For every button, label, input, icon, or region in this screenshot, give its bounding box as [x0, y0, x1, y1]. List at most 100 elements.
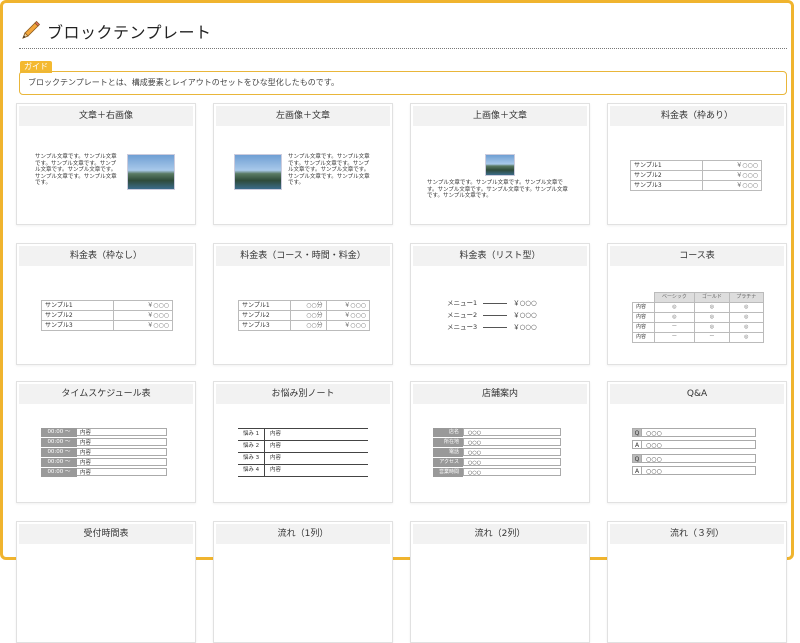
- card-preview: 店名 ○○○ 所在地 ○○○ 電話 ○○○ アクセス ○○○ 営業時間 ○○○: [411, 408, 589, 502]
- list-item: 00:00 ～内容: [41, 468, 171, 477]
- sample-image: [127, 154, 175, 190]
- card-preview: ベーシック ゴールド プラチナ 内容 ◎ ◎ ◎ 内容 ◎ ◎ ◎ 内容ー ◎ ◎ 内容ーー ◎: [608, 270, 786, 364]
- card-title: 上画像＋文章: [413, 106, 587, 126]
- list-item: Q ○○○: [632, 428, 760, 438]
- page-title: ブロックテンプレート: [47, 23, 212, 42]
- table-row: ベーシック ゴールド プラチナ: [633, 292, 765, 303]
- table-row: サンプル1 ○○分 ￥○○○: [237, 300, 371, 311]
- template-card-shop-info[interactable]: 店舗案内 店名 ○○○ 所在地 ○○○ 電話 ○○○ アクセス ○○○ 営業時間 ○○○: [410, 381, 590, 503]
- price-cell: ￥○○○: [325, 320, 371, 331]
- table-row: サンプル1 ￥○○○: [630, 160, 763, 171]
- price-table: サンプル1 ￥○○○ サンプル2 ￥○○○ サンプル3 ￥○○○: [41, 300, 174, 331]
- panel-header: ブロックテンプレート: [19, 17, 212, 45]
- template-card-flow-2col[interactable]: 流れ（2列）: [410, 521, 590, 643]
- item-cell: サンプル2: [237, 310, 292, 321]
- course-table: ベーシック ゴールド プラチナ 内容 ◎ ◎ ◎ 内容 ◎ ◎ ◎ 内容ー ◎ ◎ 内容ーー ◎: [632, 292, 765, 343]
- card-title: 料金表（リスト型）: [413, 246, 587, 266]
- table-row: サンプル2 ￥○○○: [41, 310, 174, 321]
- card-title: 左画像＋文章: [216, 106, 390, 126]
- item-cell: サンプル3: [41, 320, 114, 331]
- price-table: サンプル1 ○○分 ￥○○○ サンプル2 ○○分 ￥○○○ サンプル3 ○○分 ￥○○○: [237, 300, 371, 331]
- template-card-flow-3col[interactable]: 流れ（３列）: [607, 521, 787, 643]
- card-preview: サンプル文章です。サンプル文章です。サンプル文章です。サンプル文章です。サンプル…: [17, 130, 195, 224]
- table-row: サンプル2 ￥○○○: [630, 170, 763, 181]
- card-title: 流れ（1列）: [216, 524, 390, 544]
- template-card-flow-1col[interactable]: 流れ（1列）: [213, 521, 393, 643]
- item-cell: サンプル2: [630, 170, 703, 181]
- template-card-price-table-bordered[interactable]: 料金表（枠あり） サンプル1 ￥○○○ サンプル2 ￥○○○ サンプル3 ￥○○○: [607, 103, 787, 225]
- item-cell: サンプル3: [630, 180, 703, 191]
- card-preview: メニュー1 ￥○○○ メニュー2 ￥○○○ メニュー3 ￥○○○: [411, 270, 589, 364]
- list-item: 00:00 ～内容: [41, 428, 171, 437]
- template-card-worry-notes[interactable]: お悩み別ノート 悩み 1 内容 悩み 2 内容 悩み 3 内容 悩み 4 内容: [213, 381, 393, 503]
- price-cell: ￥○○○: [701, 170, 763, 181]
- price-cell: ￥○○○: [325, 300, 371, 311]
- table-row: サンプル1 ￥○○○: [41, 300, 174, 311]
- pencil-icon: [22, 20, 41, 39]
- card-preview: 悩み 1 内容 悩み 2 内容 悩み 3 内容 悩み 4 内容: [214, 408, 392, 502]
- template-card-price-table-plain[interactable]: 料金表（枠なし） サンプル1 ￥○○○ サンプル2 ￥○○○ サンプル3 ￥○○○: [16, 243, 196, 365]
- sample-text: サンプル文章です。サンプル文章です。サンプル文章です。サンプル文章です。サンプル…: [427, 180, 568, 199]
- card-title: お悩み別ノート: [216, 384, 390, 404]
- list-item: 00:00 ～内容: [41, 458, 171, 467]
- list-item: A ○○○: [632, 466, 760, 476]
- list-item: 悩み 1 内容: [238, 428, 368, 440]
- sample-text: サンプル文章です。サンプル文章です。サンプル文章です。サンプル文章です。サンプル…: [35, 154, 117, 186]
- card-title: 店舗案内: [413, 384, 587, 404]
- price-cell: ￥○○○: [325, 310, 371, 321]
- list-item: 悩み 4 内容: [238, 464, 368, 477]
- card-title: 料金表（枠あり）: [610, 106, 784, 126]
- card-title: 文章＋右画像: [19, 106, 193, 126]
- card-title: タイムスケジュール表: [19, 384, 193, 404]
- template-card-time-schedule[interactable]: タイムスケジュール表 00:00 ～内容 00:00 ～内容 00:00 ～内容…: [16, 381, 196, 503]
- card-title: 料金表（コース・時間・料金）: [216, 246, 390, 266]
- card-preview: サンプル1 ￥○○○ サンプル2 ￥○○○ サンプル3 ￥○○○: [17, 270, 195, 364]
- list-item: アクセス ○○○: [433, 458, 565, 467]
- table-row: サンプル2 ○○分 ￥○○○: [237, 310, 371, 321]
- table-row: 内容 ◎ ◎ ◎: [632, 302, 765, 313]
- list-item: 悩み 3 内容: [238, 452, 368, 464]
- time-cell: ○○分: [290, 320, 327, 331]
- template-panel: ブロックテンプレート ガイド ブロックテンプレートとは、構成要素とレイアウトのセ…: [0, 0, 794, 643]
- list-item: 営業時間 ○○○: [433, 468, 565, 477]
- template-card-price-list[interactable]: 料金表（リスト型） メニュー1 ￥○○○ メニュー2 ￥○○○ メニュー3 ￥○○○: [410, 243, 590, 365]
- card-title: 流れ（2列）: [413, 524, 587, 544]
- table-row: 内容 ◎ ◎ ◎: [632, 312, 765, 323]
- price-cell: ￥○○○: [112, 320, 174, 331]
- template-card-text-right-image[interactable]: 文章＋右画像 サンプル文章です。サンプル文章です。サンプル文章です。サンプル文章…: [16, 103, 196, 225]
- card-preview: Q ○○○ A ○○○ Q ○○○ A ○○○: [608, 408, 786, 502]
- table-row: サンプル3 ￥○○○: [41, 320, 174, 331]
- list-item: 00:00 ～内容: [41, 448, 171, 457]
- list-item: メニュー3 ￥○○○: [447, 323, 537, 331]
- sample-text: サンプル文章です。サンプル文章です。サンプル文章です。サンプル文章です。サンプル…: [288, 154, 370, 186]
- table-row: サンプル3 ○○分 ￥○○○: [237, 320, 371, 331]
- title-divider: [19, 48, 787, 49]
- table-row: サンプル3 ￥○○○: [630, 180, 763, 191]
- list-item: 店名 ○○○: [433, 428, 565, 437]
- template-card-left-image-text[interactable]: 左画像＋文章 サンプル文章です。サンプル文章です。サンプル文章です。サンプル文章…: [213, 103, 393, 225]
- time-cell: ○○分: [290, 300, 327, 311]
- sample-image: [234, 154, 282, 190]
- card-title: 受付時間表: [19, 524, 193, 544]
- list-item: A ○○○: [632, 440, 760, 450]
- list-item: メニュー1 ￥○○○: [447, 299, 537, 307]
- list-item: 00:00 ～内容: [41, 438, 171, 447]
- list-item: Q ○○○: [632, 454, 760, 464]
- template-card-price-course-time[interactable]: 料金表（コース・時間・料金） サンプル1 ○○分 ￥○○○ サンプル2 ○○分 ￥○○○…: [213, 243, 393, 365]
- list-item: 電話 ○○○: [433, 448, 565, 457]
- card-preview: 00:00 ～内容 00:00 ～内容 00:00 ～内容 00:00 ～内容 …: [17, 408, 195, 502]
- price-cell: ￥○○○: [112, 310, 174, 321]
- sample-image: [485, 154, 515, 176]
- time-cell: ○○分: [290, 310, 327, 321]
- guide-text: ブロックテンプレートとは、構成要素とレイアウトのセットをひな型化したものです。: [28, 78, 339, 87]
- list-item: メニュー2 ￥○○○: [447, 311, 537, 319]
- list-item: 悩み 2 内容: [238, 440, 368, 452]
- list-item: 所在地 ○○○: [433, 438, 565, 447]
- table-row: 内容ーー ◎: [632, 332, 765, 343]
- table-row: 内容ー ◎ ◎: [632, 322, 765, 333]
- template-card-top-image-text[interactable]: 上画像＋文章 サンプル文章です。サンプル文章です。サンプル文章です。サンプル文章…: [410, 103, 590, 225]
- template-card-reception-hours[interactable]: 受付時間表: [16, 521, 196, 643]
- template-card-qa[interactable]: Q&A Q ○○○ A ○○○ Q ○○○ A ○○○: [607, 381, 787, 503]
- template-card-course-table[interactable]: コース表 ベーシック ゴールド プラチナ 内容 ◎ ◎ ◎ 内容 ◎ ◎ ◎ 内容ー ◎ ◎ 内容ー…: [607, 243, 787, 365]
- price-cell: ￥○○○: [112, 300, 174, 311]
